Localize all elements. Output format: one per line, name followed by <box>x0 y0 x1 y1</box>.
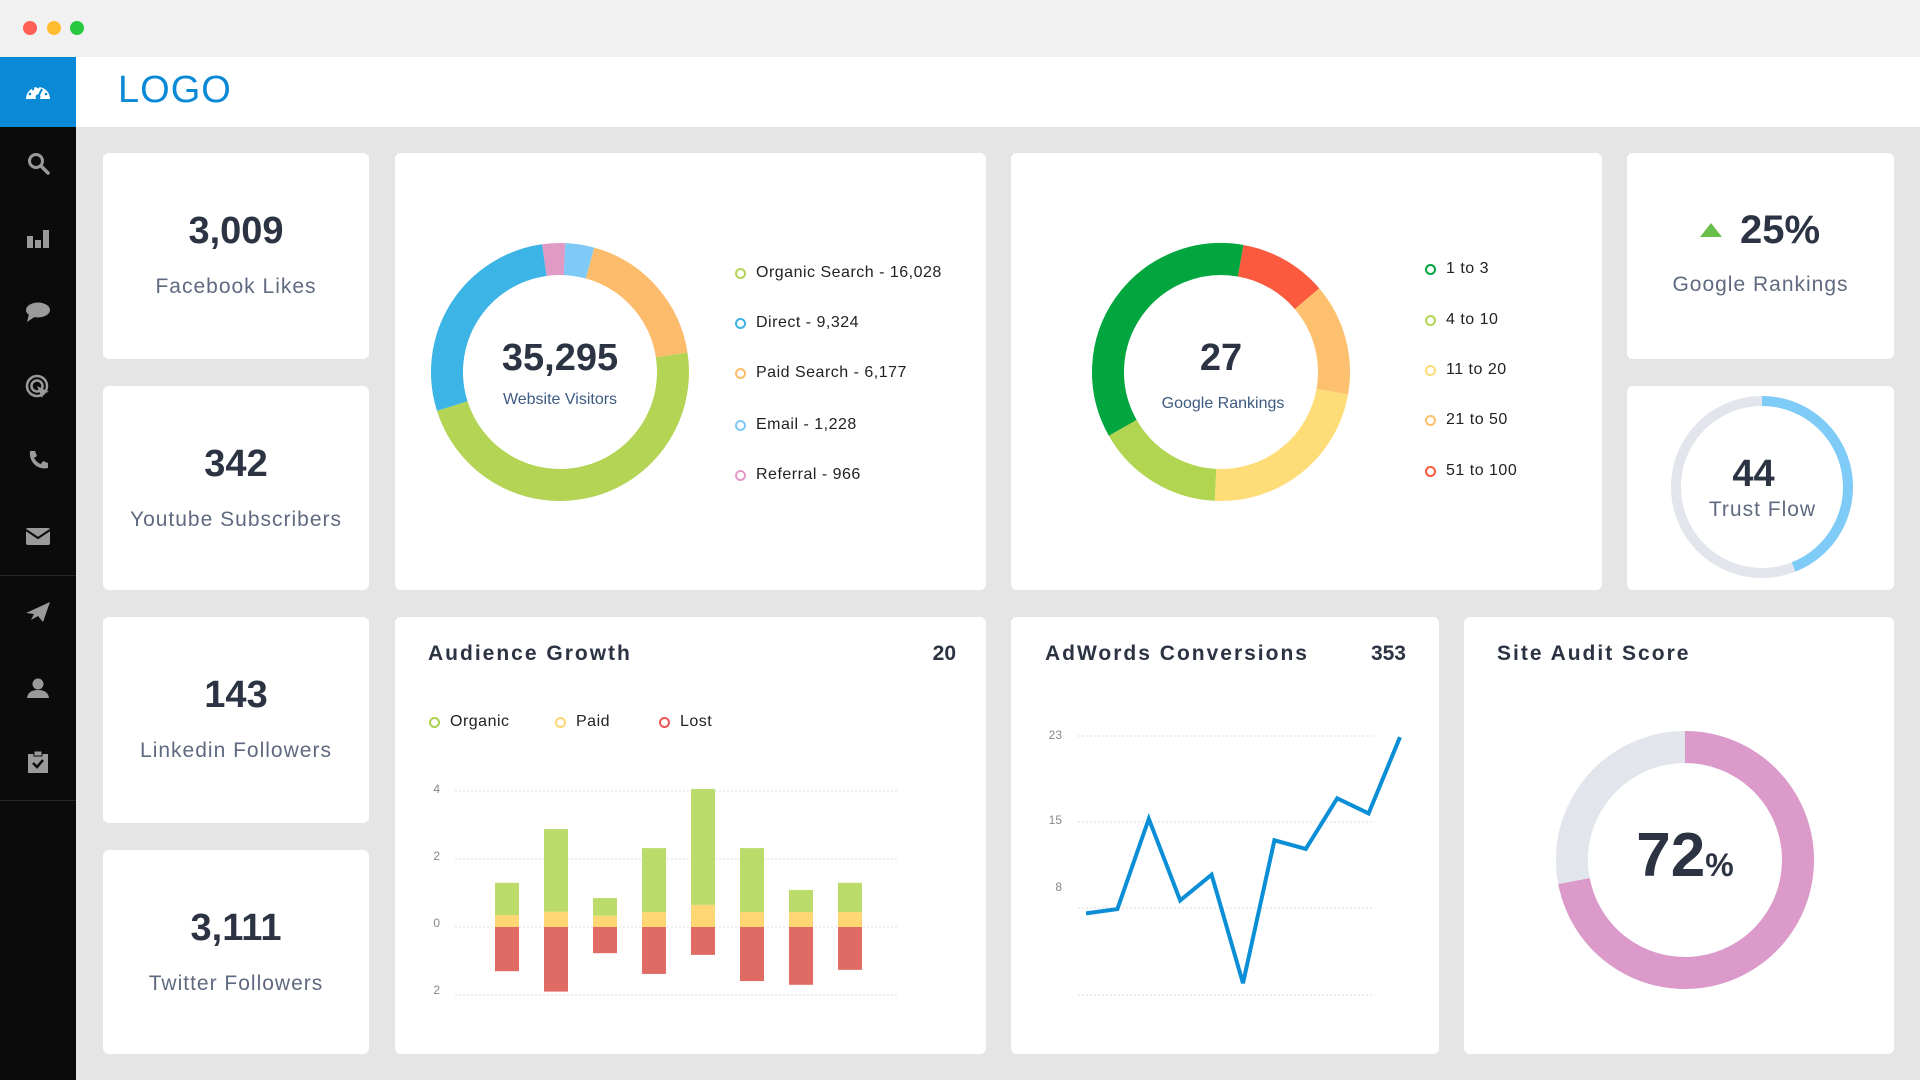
bar-paid <box>740 912 764 927</box>
bar-lost <box>691 927 715 955</box>
bar-paid <box>593 915 617 927</box>
trust-flow-fill <box>1761 396 1853 572</box>
visitors-slice-referral <box>542 243 566 276</box>
visitors-slice-email <box>563 243 595 279</box>
bar-organic <box>495 882 519 916</box>
bar-paid <box>838 912 862 927</box>
rankings-slice-1-to-3 <box>1092 243 1244 436</box>
bar-organic <box>838 882 862 913</box>
bar-paid <box>544 911 568 927</box>
bar-organic <box>593 898 617 916</box>
visitors-slice-organic-search <box>437 352 689 501</box>
visitors-slice-direct <box>431 244 547 411</box>
bar-lost <box>642 927 666 974</box>
bar-paid <box>642 912 666 927</box>
rankings-slice-51-to-100 <box>1237 244 1320 310</box>
charts-layer <box>431 243 1853 996</box>
bar-organic <box>642 848 666 913</box>
rankings-slice-21-to-50 <box>1294 288 1350 395</box>
bar-lost <box>593 927 617 954</box>
bar-organic <box>544 829 568 912</box>
bar-lost <box>789 927 813 985</box>
bar-lost <box>495 927 519 972</box>
bar-paid <box>691 904 715 927</box>
bar-paid <box>495 915 519 927</box>
bar-lost <box>544 927 568 992</box>
bar-organic <box>740 848 764 913</box>
bar-organic <box>691 788 715 905</box>
rankings-slice-4-to-10 <box>1108 419 1217 501</box>
visitors-slice-paid-search <box>585 247 688 358</box>
adwords-line <box>1085 736 1402 984</box>
rankings-slice-11-to-20 <box>1214 388 1349 501</box>
bar-lost <box>838 927 862 970</box>
bar-paid <box>789 912 813 927</box>
bar-lost <box>740 927 764 982</box>
bar-organic <box>789 889 813 913</box>
